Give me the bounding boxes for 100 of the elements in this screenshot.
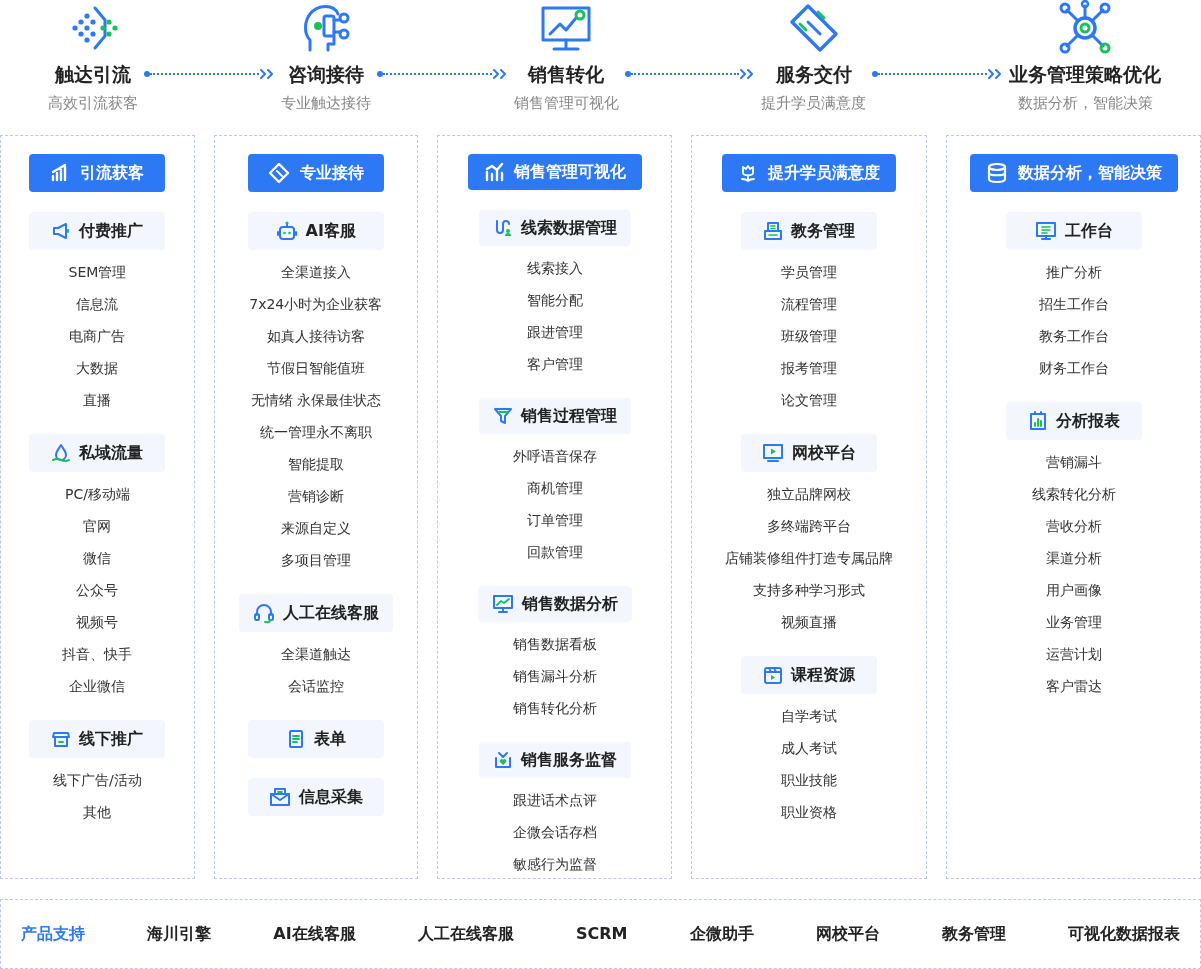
feature-item: 流程管理 [781, 295, 838, 314]
stage-subtitle: 专业触达接待 [280, 93, 371, 114]
group-header: 网校平台 [741, 434, 878, 472]
video-screen-icon [762, 443, 785, 463]
heart-box-icon [492, 750, 513, 770]
feature-item: 直播 [83, 391, 112, 410]
feature-item: 运营计划 [1045, 645, 1102, 664]
product-name: 可视化数据报表 [1068, 923, 1180, 945]
stage-title: 服务交付 [775, 62, 852, 86]
product-name: 人工在线客服 [417, 923, 514, 945]
funnel-icon [492, 406, 513, 426]
feature-item: 自学考试 [781, 707, 838, 726]
feature-item: 独立品牌网校 [767, 485, 852, 504]
feature-item: 多终端跨平台 [767, 517, 852, 536]
envelope-icon [268, 787, 291, 807]
feature-item: 线索转化分析 [1031, 485, 1116, 504]
feature-item: 客户雷达 [1045, 677, 1102, 696]
feature-item: 班级管理 [781, 327, 838, 346]
feature-item: 客户管理 [526, 355, 583, 374]
stage-title: 触达引流 [55, 62, 131, 86]
section-header: 销售管理可视化 [467, 154, 642, 190]
feature-item: 成人考试 [781, 739, 838, 758]
feature-item: 外呼语音保存 [512, 447, 597, 466]
group-header: 线下推广 [29, 720, 166, 758]
feature-item: 营销诊断 [287, 487, 344, 506]
feature-item: 招生工作台 [1038, 295, 1109, 314]
monitor-chart-icon [491, 594, 514, 614]
feature-item: 财务工作台 [1038, 359, 1109, 378]
feature-item: 信息流 [76, 295, 119, 314]
stage-subtitle: 高效引流获客 [48, 93, 138, 114]
shop-icon [51, 729, 72, 749]
stage-subtitle: 提升学员满意度 [761, 93, 867, 114]
feature-item: 企业微信 [69, 677, 126, 696]
feature-item: 推广分析 [1045, 263, 1102, 282]
group-header: 表单 [247, 720, 384, 758]
group-header: 课程资源 [741, 656, 878, 694]
feature-item: 跟进管理 [526, 323, 583, 342]
feature-item: 渠道分析 [1045, 549, 1102, 568]
feature-item: 抖音、快手 [62, 645, 133, 664]
feature-item: 学员管理 [781, 263, 838, 282]
feature-item: 电商广告 [69, 327, 126, 346]
feature-item: 销售漏斗分析 [512, 667, 597, 686]
feature-item: 如真人接待访客 [266, 327, 365, 346]
feature-item: 视频号 [76, 613, 119, 632]
group-header: 销售过程管理 [478, 398, 631, 434]
feature-item: 全渠道触达 [280, 645, 351, 664]
robot-icon [275, 220, 298, 242]
feature-item: 教务工作台 [1038, 327, 1109, 346]
product-name: 教务管理 [941, 923, 1006, 945]
feature-item: 微信 [83, 549, 112, 568]
feature-item: 业务管理 [1045, 613, 1102, 632]
feature-item: 视频直播 [781, 613, 838, 632]
product-name: 企微助手 [689, 923, 754, 945]
feature-item: 销售数据看板 [512, 635, 597, 654]
stage-title: 销售转化 [528, 62, 604, 86]
feature-item: 订单管理 [526, 511, 583, 530]
feature-item: 线下广告/活动 [53, 771, 142, 790]
group-header: 线索数据管理 [478, 210, 631, 246]
section-header: 数据分析，智能决策 [969, 154, 1178, 192]
diamond-tag-icon [267, 162, 290, 184]
feature-item: 节假日智能值班 [266, 359, 365, 378]
product-name: SCRM [575, 923, 628, 945]
feature-item: 智能提取 [287, 455, 344, 474]
section-header: 提升学员满意度 [722, 154, 897, 192]
clapperboard-icon [763, 665, 784, 685]
stage-title: 业务管理策略优化 [1009, 62, 1161, 86]
group-header: 付费推广 [29, 212, 166, 250]
section-header: 引流获客 [29, 154, 166, 192]
feature-item: 会话监控 [287, 677, 344, 696]
group-header: 工作台 [1005, 212, 1142, 250]
product-name: 网校平台 [815, 923, 880, 945]
group-header: 销售数据分析 [477, 586, 632, 622]
headset-icon [252, 602, 275, 624]
feature-item: SEM管理 [68, 263, 127, 282]
group-header: 私域流量 [29, 434, 166, 472]
feature-item: 报考管理 [781, 359, 838, 378]
feature-item: 职业资格 [781, 803, 838, 822]
feature-item: 线索接入 [526, 259, 583, 278]
feature-item: 用户画像 [1045, 581, 1102, 600]
printer-icon [763, 221, 784, 241]
stage-subtitle: 销售管理可视化 [513, 93, 619, 114]
group-header: 分析报表 [1005, 402, 1142, 440]
feature-item: 回款管理 [526, 543, 583, 562]
feature-item: 无情绪 永保最佳状态 [250, 391, 381, 410]
section-header: 专业接待 [247, 154, 384, 192]
group-header: 人工在线客服 [238, 594, 393, 632]
network-hub-icon [1057, 0, 1113, 56]
feature-item: 支持多种学习形式 [753, 581, 866, 600]
feature-item: 营销漏斗 [1045, 453, 1102, 472]
feature-item: 其他 [83, 803, 112, 822]
feature-item: 营收分析 [1045, 517, 1102, 536]
feature-item: PC/移动端 [64, 485, 130, 504]
feature-item: 智能分配 [526, 291, 583, 310]
feature-item: 7x24小时为企业获客 [249, 295, 383, 314]
feature-item: 敏感行为监督 [512, 855, 597, 874]
stage-subtitle: 数据分析，智能决策 [1017, 93, 1153, 114]
report-icon [1027, 411, 1048, 431]
database-icon [985, 162, 1008, 184]
product-name: AI在线客服 [273, 923, 356, 945]
group-header: 教务管理 [741, 212, 878, 250]
